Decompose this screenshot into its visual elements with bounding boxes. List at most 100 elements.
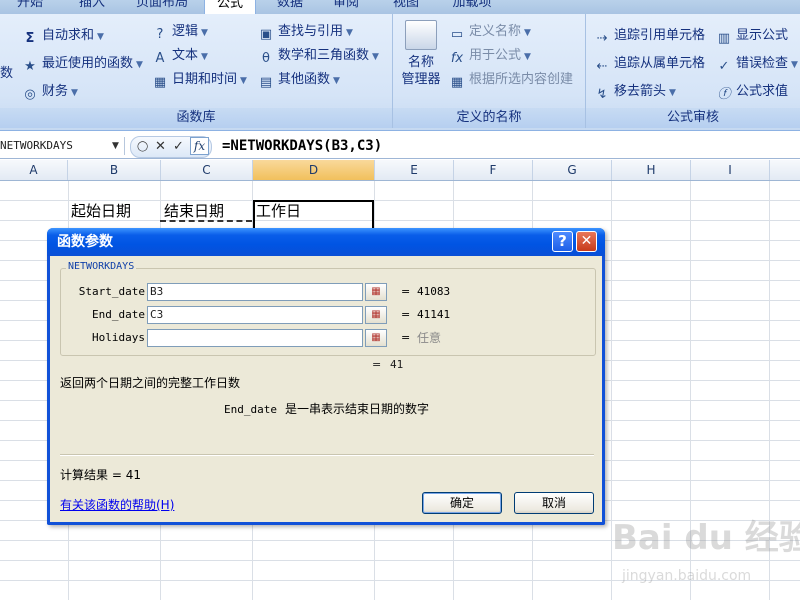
autosum-button[interactable]: Σ 自动求和 ▼ — [22, 26, 104, 46]
column-header-e[interactable]: E — [375, 160, 454, 180]
calculation-result-label: 计算结果 = — [60, 468, 122, 482]
end-date-input[interactable]: C3 — [147, 306, 363, 324]
argument-help-name: End_date — [224, 403, 277, 416]
close-icon[interactable]: ✕ — [576, 231, 597, 252]
chevron-down-icon: ▼ — [136, 60, 143, 70]
calendar-icon: ▦ — [153, 75, 167, 90]
chevron-down-icon: ▼ — [333, 76, 340, 86]
tab-page-layout[interactable]: 页面布局 — [130, 0, 194, 13]
end-date-label: End_date — [92, 308, 145, 321]
more-functions-button[interactable]: ▤ 其他函数 ▼ — [258, 70, 340, 90]
equals-sign: = — [372, 358, 382, 371]
help-icon[interactable]: ? — [552, 231, 573, 252]
argument-help-text: 是一串表示结束日期的数字 — [284, 402, 429, 416]
evaluate-formula-button[interactable]: ⓕ 公式求值 — [716, 82, 788, 102]
group-formula-auditing: ⇢ 追踪引用单元格 ⇠ 追踪从属单元格 ↯ 移去箭头 ▼ ▥ 显示公式 ✓ 错误检查 ▼ ⓕ 公… — [586, 14, 800, 128]
collapse-dialog-icon[interactable]: ▦ — [365, 329, 387, 347]
financial-button[interactable]: ◎ 财务 ▼ — [22, 82, 78, 102]
dialog-title: 函数参数 — [57, 234, 113, 250]
formula-input[interactable]: =NETWORKDAYS(B3,C3) — [222, 136, 382, 156]
cell-b2[interactable]: 起始日期 — [67, 200, 131, 222]
tab-home[interactable]: 开始 — [10, 0, 50, 13]
book-search-icon: ▣ — [259, 27, 273, 42]
star-icon: ★ — [24, 59, 36, 74]
date-time-button[interactable]: ▦ 日期和时间 ▼ — [152, 70, 247, 90]
tab-view[interactable]: 视图 — [386, 0, 426, 13]
expand-icon[interactable]: ◯ — [137, 137, 148, 157]
recent-functions-button[interactable]: ★ 最近使用的函数 ▼ — [22, 54, 143, 74]
name-manager-icon — [405, 20, 437, 50]
active-cell-border — [253, 200, 374, 228]
function-help-link[interactable]: 有关该函数的帮助(H) — [60, 496, 174, 513]
math-trig-button[interactable]: θ 数学和三角函数 ▼ — [258, 46, 379, 66]
name-manager-button[interactable]: 名称 管理器 — [399, 20, 443, 102]
insert-function-icon[interactable]: fx — [190, 137, 209, 155]
start-date-input[interactable]: B3 — [147, 283, 363, 301]
insert-function-button-partial[interactable]: 数 — [0, 64, 13, 84]
theta-icon: θ — [262, 51, 270, 66]
function-description: 返回两个日期之间的完整工作日数 — [60, 376, 241, 390]
chevron-down-icon[interactable]: ▼ — [112, 137, 119, 155]
column-header-h[interactable]: H — [612, 160, 691, 180]
chevron-down-icon: ▼ — [669, 88, 676, 98]
enter-icon[interactable]: ✓ — [173, 137, 184, 157]
trace-precedents-button[interactable]: ⇢ 追踪引用单元格 — [594, 26, 705, 46]
column-header-d[interactable]: D — [253, 160, 375, 180]
group-label-defined-names: 定义的名称 — [393, 108, 585, 128]
column-header-g[interactable]: G — [533, 160, 612, 180]
ok-button[interactable]: 确定 — [422, 492, 502, 514]
tab-insert[interactable]: 插入 — [72, 0, 112, 13]
start-date-label: Start_date — [78, 285, 145, 298]
evaluate-icon: ⓕ — [717, 87, 731, 102]
lookup-reference-button[interactable]: ▣ 查找与引用 ▼ — [258, 22, 353, 42]
text-a-icon: A — [155, 51, 165, 66]
cancel-icon[interactable]: ✕ — [155, 137, 166, 157]
logical-button[interactable]: ? 逻辑 ▼ — [152, 22, 208, 42]
start-date-result: 41083 — [417, 285, 451, 298]
column-header-i[interactable]: I — [691, 160, 770, 180]
ribbon-tab-strip: 开始 插入 页面布局 公式 数据 审阅 视图 加载项 — [0, 0, 800, 14]
trace-dependents-button[interactable]: ⇠ 追踪从属单元格 — [594, 54, 705, 74]
sigma-icon: Σ — [25, 31, 35, 46]
tab-data[interactable]: 数据 — [270, 0, 310, 13]
dialog-title-bar[interactable]: 函数参数 ? ✕ — [47, 228, 605, 256]
column-header-a[interactable]: A — [0, 160, 68, 180]
tab-formulas[interactable]: 公式 — [204, 0, 256, 14]
tab-review[interactable]: 审阅 — [326, 0, 366, 13]
formula-bar: NETWORKDAYS ▼ ◯ ✕ ✓ fx =NETWORKDAYS(B3,C… — [0, 134, 800, 159]
group-label-formula-auditing: 公式审核 — [586, 108, 800, 128]
question-book-icon: ? — [156, 27, 164, 42]
column-header-b[interactable]: B — [68, 160, 161, 180]
group-label-function-library: 函数库 — [0, 108, 392, 128]
name-box[interactable]: NETWORKDAYS — [0, 137, 125, 155]
collapse-dialog-icon[interactable]: ▦ — [365, 283, 387, 301]
create-from-selection-button[interactable]: ▦ 根据所选内容创建 — [449, 70, 573, 90]
show-formulas-button[interactable]: ▥ 显示公式 — [716, 26, 788, 46]
chevron-down-icon: ▼ — [201, 52, 208, 62]
cancel-button[interactable]: 取消 — [514, 492, 594, 514]
error-checking-button[interactable]: ✓ 错误检查 ▼ — [716, 54, 798, 74]
remove-arrows-button[interactable]: ↯ 移去箭头 ▼ — [594, 82, 676, 102]
show-formulas-icon: ▥ — [717, 31, 731, 46]
fx-icon: fx — [450, 51, 464, 66]
use-in-formula-button[interactable]: fx 用于公式 ▼ — [449, 46, 531, 66]
holidays-input[interactable] — [147, 329, 363, 347]
collapse-dialog-icon[interactable]: ▦ — [365, 306, 387, 324]
end-date-result: 41141 — [417, 308, 451, 321]
tab-addins[interactable]: 加载项 — [444, 0, 500, 13]
trace-arrow-icon: ⇠ — [596, 59, 608, 74]
define-name-button[interactable]: ▭ 定义名称 ▼ — [449, 22, 531, 42]
cell-c2[interactable]: 结束日期 — [160, 200, 224, 222]
trace-arrow-icon: ⇢ — [596, 31, 608, 46]
column-header-f[interactable]: F — [454, 160, 533, 180]
tag-icon: ▭ — [450, 27, 464, 42]
function-name: NETWORKDAYS — [66, 261, 137, 272]
text-button[interactable]: A 文本 ▼ — [152, 46, 208, 66]
watermark: Bai du 经验 jingyan.baidu.com — [612, 510, 800, 592]
grid-icon: ▦ — [450, 75, 464, 90]
chevron-down-icon: ▼ — [71, 88, 78, 98]
book-icon: ▤ — [259, 75, 273, 90]
chevron-down-icon: ▼ — [372, 52, 379, 62]
function-arguments-dialog: 函数参数 ? ✕ NETWORKDAYS Start_date B3 ▦ = 4… — [47, 228, 605, 525]
column-header-c[interactable]: C — [161, 160, 253, 180]
